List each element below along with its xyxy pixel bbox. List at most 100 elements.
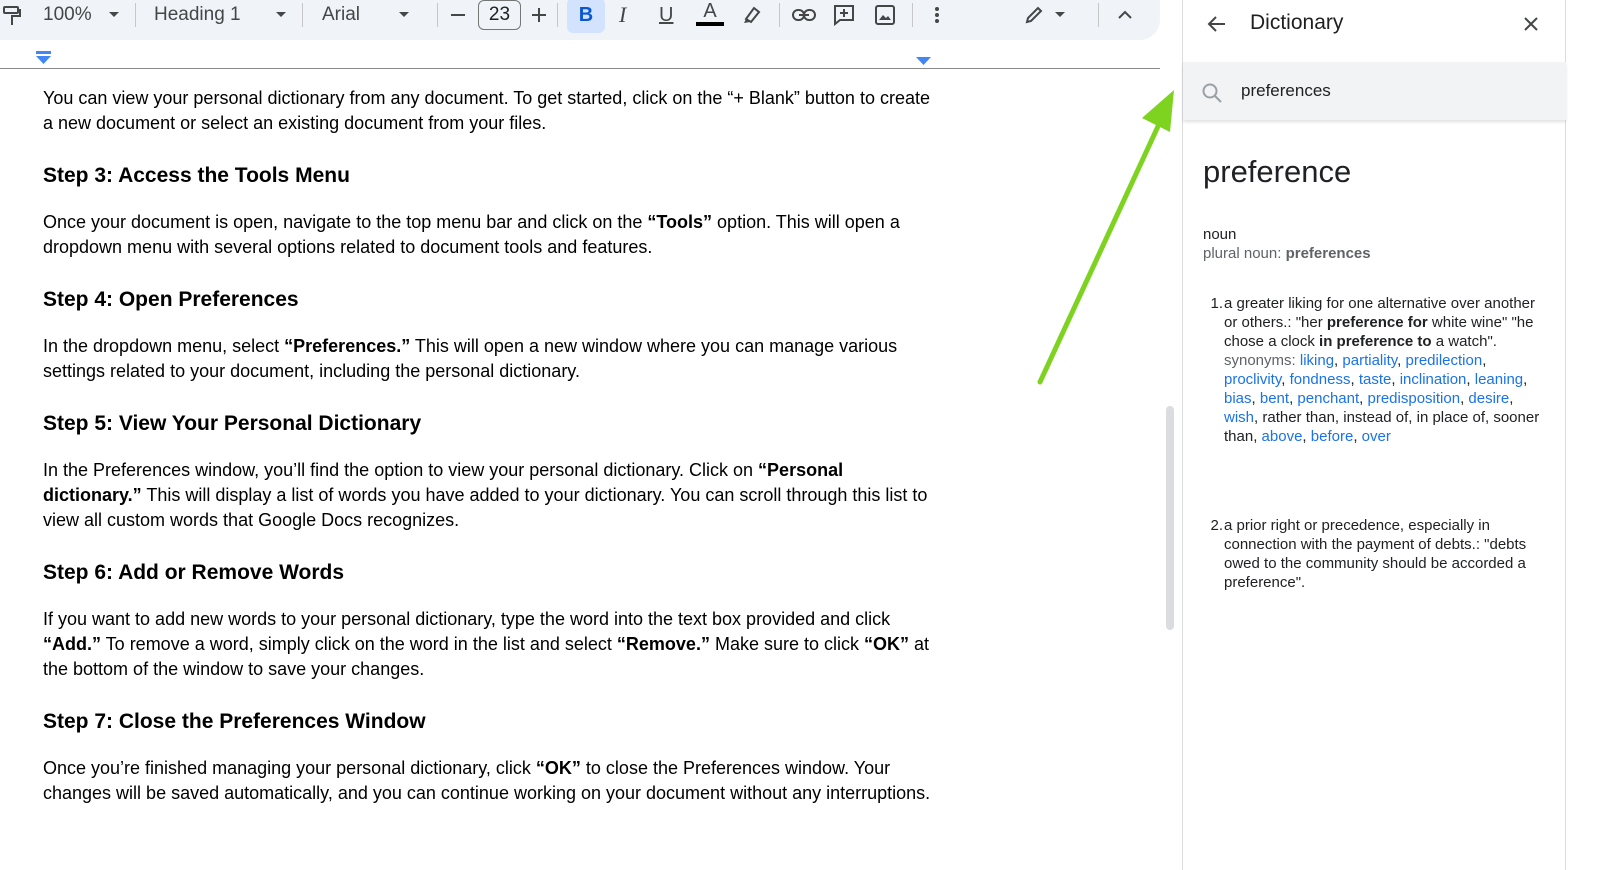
minus-icon	[451, 14, 465, 16]
toolbar-divider	[912, 3, 913, 27]
synonym-link[interactable]: fondness	[1290, 371, 1351, 388]
annotation-arrow	[1037, 90, 1174, 385]
increase-font-size-button[interactable]	[531, 0, 547, 30]
close-icon	[1524, 17, 1538, 31]
synonym-link[interactable]: predilection	[1405, 352, 1482, 369]
add-comment-icon	[834, 5, 854, 26]
definition-1: 1. a greater liking for one alternative …	[1203, 294, 1548, 494]
ruler	[0, 68, 1160, 69]
image-icon	[875, 5, 895, 25]
synonym-link[interactable]: proclivity	[1224, 371, 1281, 388]
chevron-down-icon	[275, 12, 286, 17]
document-scrollbar[interactable]	[1166, 406, 1174, 630]
decrease-font-size-button[interactable]	[450, 0, 466, 30]
chevron-down-icon	[1055, 12, 1065, 17]
plural-form: plural noun: preferences	[1203, 245, 1371, 262]
paragraph-step-5: In the Preferences window, you’ll find t…	[43, 460, 928, 530]
definition-text: a prior right or precedence, especially …	[1224, 517, 1527, 591]
definition-number: 1.	[1210, 295, 1223, 312]
synonym-link[interactable]: bent	[1260, 390, 1289, 407]
toolbar-divider	[437, 3, 438, 27]
paragraph-step-7: Once you’re finished managing your perso…	[43, 758, 931, 803]
definition-text: a greater liking for one alternative ove…	[1224, 295, 1540, 445]
paragraph-intro: You can view your personal dictionary fr…	[43, 88, 930, 133]
toolbar-divider	[1098, 3, 1099, 27]
left-indent-marker[interactable]	[35, 50, 53, 66]
right-indent-marker[interactable]	[915, 56, 933, 66]
highlight-color-button[interactable]	[742, 0, 762, 30]
more-options-button[interactable]	[934, 0, 940, 30]
synonym-link[interactable]: leaning	[1475, 371, 1523, 388]
synonym-link[interactable]: desire	[1468, 390, 1509, 407]
synonym-link[interactable]: bias	[1224, 390, 1252, 407]
style-value: Heading 1	[154, 4, 241, 25]
synonym-link[interactable]: before	[1311, 428, 1354, 445]
text-color-swatch	[696, 22, 724, 26]
paragraph-step-3: Once your document is open, navigate to …	[43, 212, 900, 257]
dictionary-panel: Dictionary preference noun plural noun: …	[1182, 0, 1566, 870]
paint-format-icon	[3, 6, 21, 25]
dictionary-search-bar	[1183, 62, 1566, 120]
paragraph-step-4: In the dropdown menu, select “Preference…	[43, 336, 898, 381]
heading-step-4: Step 4: Open Preferences	[43, 288, 299, 311]
font-select[interactable]: Arial	[322, 0, 410, 30]
style-select[interactable]: Heading 1	[154, 0, 287, 30]
definition-2: 2. a prior right or precedence, especial…	[1203, 516, 1548, 596]
insert-image-button[interactable]	[875, 0, 895, 30]
add-comment-button[interactable]	[833, 0, 855, 30]
highlighter-icon	[744, 6, 761, 24]
close-button[interactable]	[1521, 14, 1541, 39]
bold-icon: B	[578, 4, 594, 26]
definition-number: 2.	[1210, 517, 1223, 534]
synonym-link[interactable]: over	[1362, 428, 1391, 445]
chevron-down-icon	[108, 12, 119, 17]
zoom-value: 100%	[43, 4, 92, 25]
synonym-link[interactable]: predisposition	[1368, 390, 1461, 407]
synonyms-label: synonyms:	[1224, 352, 1300, 369]
dictionary-search-input[interactable]	[1241, 78, 1541, 104]
pencil-icon	[1025, 6, 1043, 24]
back-button[interactable]	[1207, 14, 1227, 39]
font-value: Arial	[322, 4, 361, 25]
insert-link-button[interactable]	[792, 0, 816, 30]
italic-icon: I	[619, 2, 627, 27]
dictionary-title: Dictionary	[1250, 11, 1344, 34]
search-icon	[1202, 83, 1222, 103]
zoom-select[interactable]: 100%	[43, 0, 120, 30]
chevron-up-icon	[1118, 10, 1132, 19]
chevron-down-icon	[399, 12, 410, 17]
arrow-back-icon	[1207, 16, 1225, 32]
dictionary-word: preference	[1203, 154, 1352, 189]
text-color-button[interactable]: A	[696, 0, 724, 30]
link-icon	[792, 9, 816, 21]
toolbar-divider	[135, 3, 136, 27]
synonym-link[interactable]: above	[1262, 428, 1303, 445]
more-vert-icon	[935, 7, 939, 23]
synonym-link[interactable]: wish	[1224, 409, 1254, 426]
text-color-icon: A	[703, 0, 717, 22]
editing-mode-button[interactable]	[1024, 0, 1066, 30]
dictionary-header: Dictionary	[1183, 0, 1565, 56]
document-body[interactable]: You can view your personal dictionary fr…	[43, 86, 933, 806]
synonym-link[interactable]: partiality	[1342, 352, 1397, 369]
font-size-input[interactable]: 23	[478, 0, 521, 30]
underline-button[interactable]: U	[659, 0, 673, 30]
heading-step-3: Step 3: Access the Tools Menu	[43, 164, 350, 187]
heading-step-7: Step 7: Close the Preferences Window	[43, 710, 426, 733]
bold-button[interactable]: B	[567, 0, 605, 33]
underline-icon: U	[659, 3, 674, 26]
plus-icon	[532, 8, 546, 22]
synonym-link[interactable]: penchant	[1297, 390, 1359, 407]
part-of-speech: noun	[1203, 226, 1237, 243]
heading-step-5: Step 5: View Your Personal Dictionary	[43, 412, 422, 435]
paint-format-button[interactable]	[2, 0, 22, 30]
heading-step-6: Step 6: Add or Remove Words	[43, 561, 345, 584]
toolbar-divider	[557, 3, 558, 27]
synonym-link[interactable]: liking	[1300, 352, 1334, 369]
toolbar-divider	[779, 3, 780, 27]
italic-button[interactable]: I	[619, 0, 626, 30]
synonym-link[interactable]: inclination	[1400, 371, 1467, 388]
synonym-link[interactable]: taste	[1359, 371, 1392, 388]
hide-menus-button[interactable]	[1117, 0, 1133, 30]
toolbar-divider	[302, 3, 303, 27]
